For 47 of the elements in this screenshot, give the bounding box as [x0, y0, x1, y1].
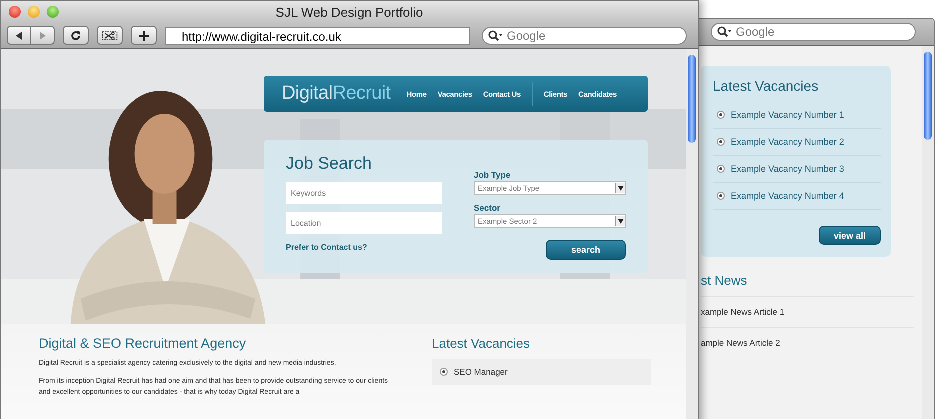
search-button[interactable]: search	[546, 240, 626, 260]
view-all-button[interactable]: view all	[819, 226, 881, 245]
left-arrow-icon	[14, 30, 24, 40]
contact-link[interactable]: Prefer to Contact us?	[286, 243, 368, 252]
bullet-icon	[717, 192, 725, 200]
window-title: SJL Web Design Portfolio	[274, 4, 424, 20]
dropdown-arrow-icon	[618, 218, 624, 224]
clip-button[interactable]	[97, 26, 123, 45]
plus-icon	[138, 30, 150, 42]
scissors-icon	[102, 30, 118, 42]
search-input[interactable]: Google	[504, 28, 659, 44]
panel-title: Job Search	[286, 154, 373, 174]
bullet-icon	[717, 138, 725, 146]
dropdown-arrow-icon	[618, 186, 624, 190]
section-heading: Digital & SEO Recruitment Agency	[39, 336, 248, 351]
panel-title: Latest Vacancies	[713, 78, 820, 94]
field-label: Sector	[474, 203, 500, 213]
address-field[interactable]: http://www.digital-recruit.co.uk	[165, 26, 470, 44]
close-button[interactable]	[9, 6, 21, 18]
search-icon	[717, 26, 733, 38]
vacancy-link[interactable]: Example Vacancy Number 1	[731, 110, 844, 120]
bullet-icon	[440, 368, 448, 376]
reload-icon	[70, 30, 82, 42]
news-link[interactable]: xample News Article 1	[701, 307, 785, 317]
vacancy-link[interactable]: SEO Manager	[454, 367, 508, 377]
site-logo[interactable]: DigitalRecruit	[282, 83, 391, 105]
reload-button[interactable]	[63, 26, 89, 45]
keywords-field[interactable]: Keywords	[286, 182, 442, 204]
field-label: Job Type	[474, 170, 511, 180]
search-field[interactable]: Google	[711, 23, 916, 41]
forward-button[interactable]	[31, 26, 55, 45]
scrollbar[interactable]	[686, 49, 698, 419]
vacancy-link[interactable]: Example Vacancy Number 3	[731, 164, 844, 174]
search-icon	[488, 30, 504, 42]
bullet-icon	[717, 165, 725, 173]
vacancy-link[interactable]: Example Vacancy Number 2	[731, 137, 844, 147]
bullet-icon	[717, 111, 725, 119]
section-heading: Latest Vacancies	[432, 336, 532, 351]
news-link[interactable]: ample News Article 2	[701, 338, 780, 348]
section-title: st News	[701, 273, 748, 288]
search-field[interactable]: Google	[482, 26, 687, 44]
right-arrow-icon	[38, 30, 48, 40]
vacancy-link[interactable]: Example Vacancy Number 4	[731, 191, 844, 201]
add-bookmark-button[interactable]	[131, 26, 157, 45]
location-field[interactable]: Location	[286, 212, 442, 234]
scrollbar[interactable]	[922, 46, 934, 419]
back-button[interactable]	[7, 26, 31, 45]
